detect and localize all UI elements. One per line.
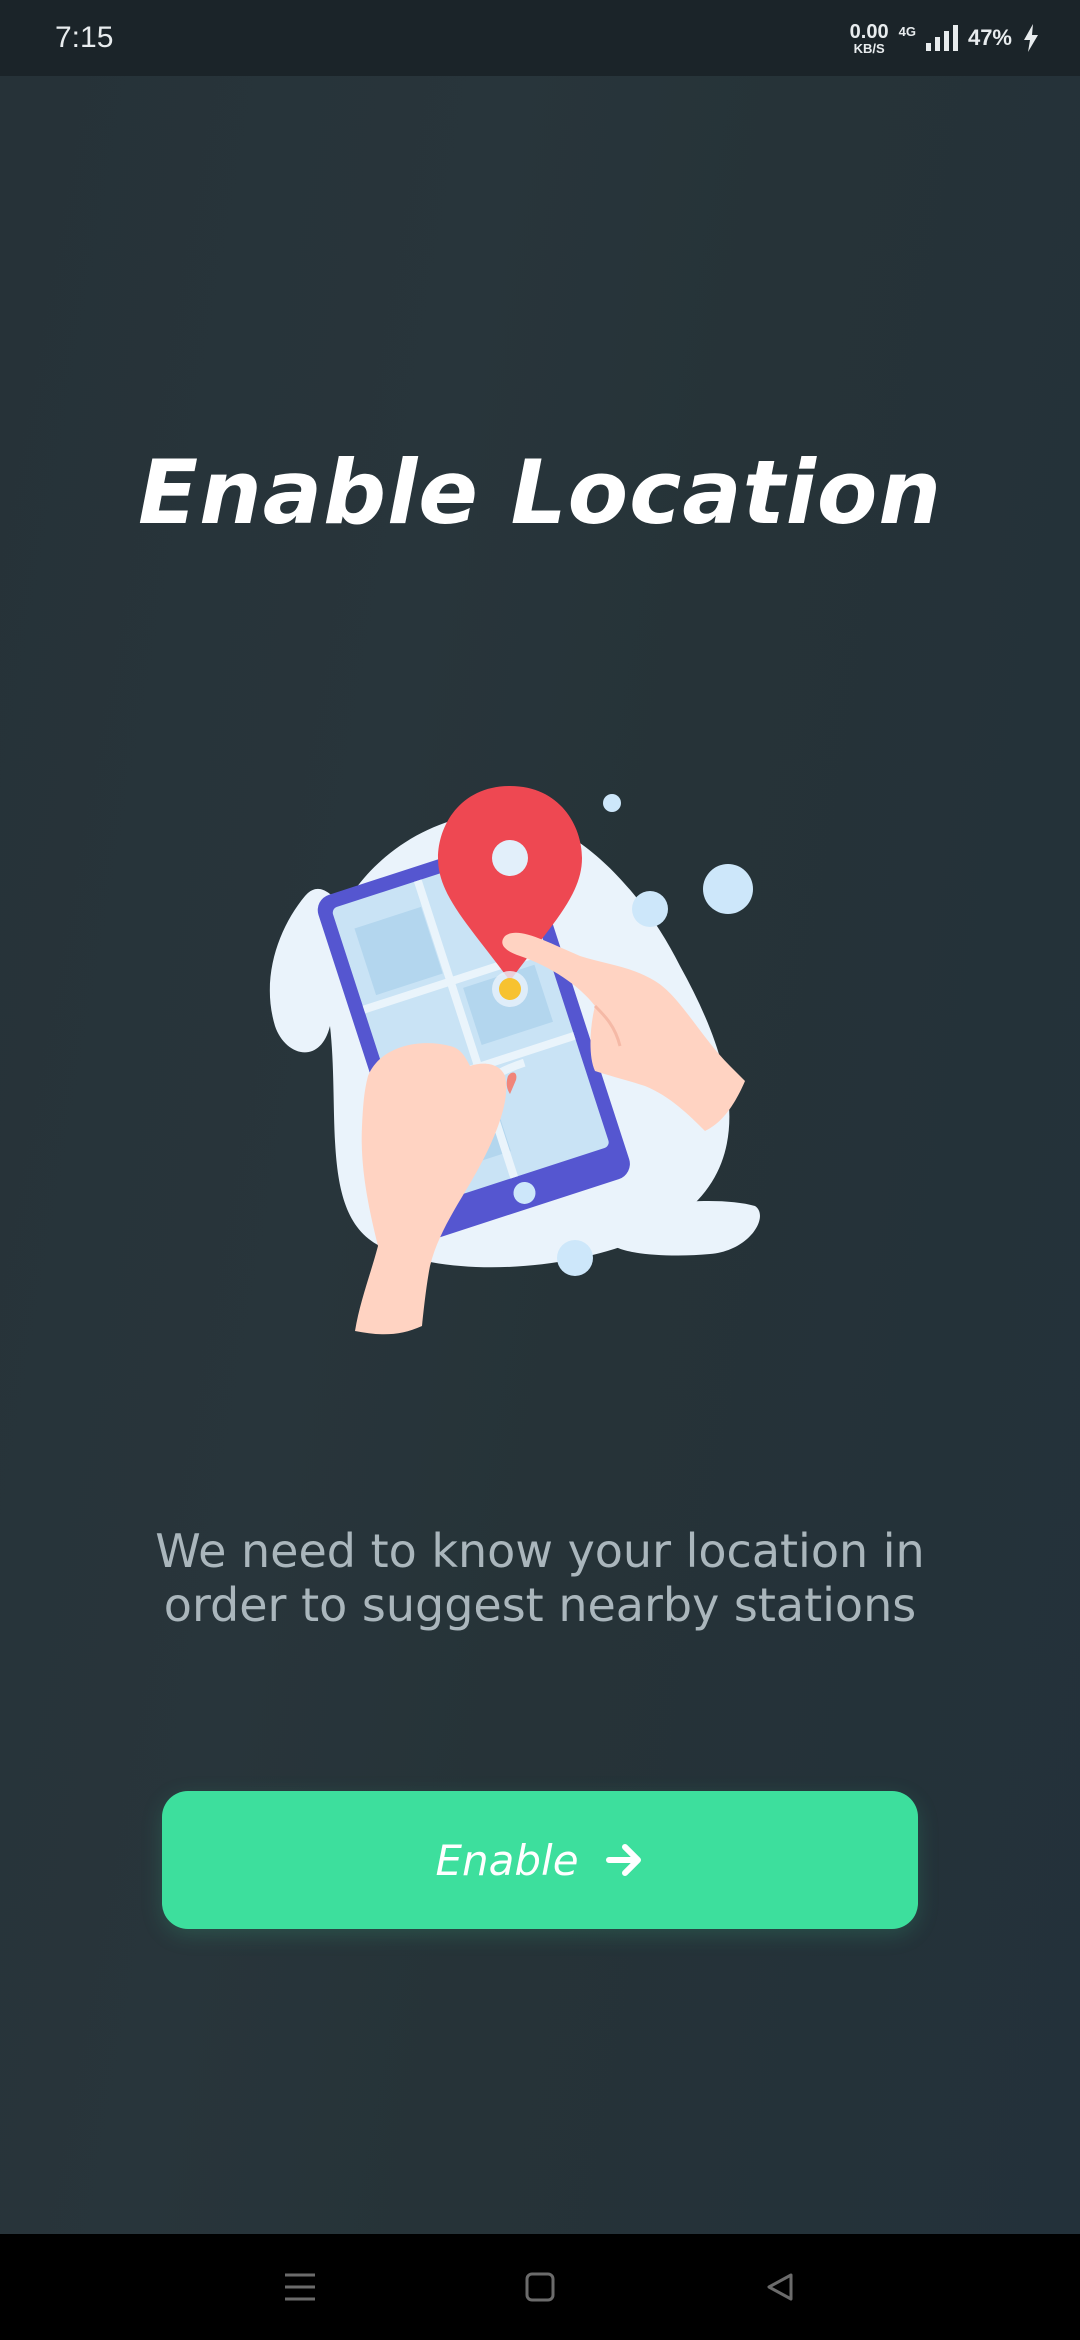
network-speed: 0.00 KB/S — [850, 22, 889, 55]
bubble-medium — [632, 891, 668, 927]
network-speed-value: 0.00 — [849, 20, 889, 43]
arrow-right-icon — [605, 1844, 641, 1876]
location-illustration — [269, 786, 760, 1335]
enable-button-label: Enable — [435, 1835, 579, 1885]
home-icon — [525, 2272, 555, 2302]
bubble-small — [603, 794, 621, 812]
signal-icon — [925, 25, 958, 51]
network-speed-unit: KB/S — [853, 40, 885, 56]
battery-percentage: 47% — [967, 25, 1012, 50]
status-icons: 0.00 KB/S 4G 47% — [850, 22, 1040, 55]
page-title: Enable Location — [137, 441, 943, 544]
home-button[interactable] — [510, 2257, 570, 2317]
back-icon — [767, 2273, 793, 2301]
status-bar: 7:15 0.00 KB/S 4G 47% — [0, 0, 1080, 76]
navigation-bar — [0, 2234, 1080, 2340]
bubble-bottom — [557, 1240, 593, 1276]
enable-button[interactable]: Enable — [162, 1791, 918, 1929]
status-time: 7:15 — [55, 21, 114, 54]
description-text: We need to know your location in order t… — [155, 1524, 925, 1632]
main-content: Enable Location We need to know your loc… — [0, 76, 1080, 2234]
menu-button[interactable] — [270, 2257, 330, 2317]
menu-icon — [285, 2273, 315, 2301]
network-type: 4G — [898, 23, 916, 39]
charging-bolt-icon — [1024, 24, 1038, 52]
back-button[interactable] — [750, 2257, 810, 2317]
bubble-large — [703, 864, 753, 914]
